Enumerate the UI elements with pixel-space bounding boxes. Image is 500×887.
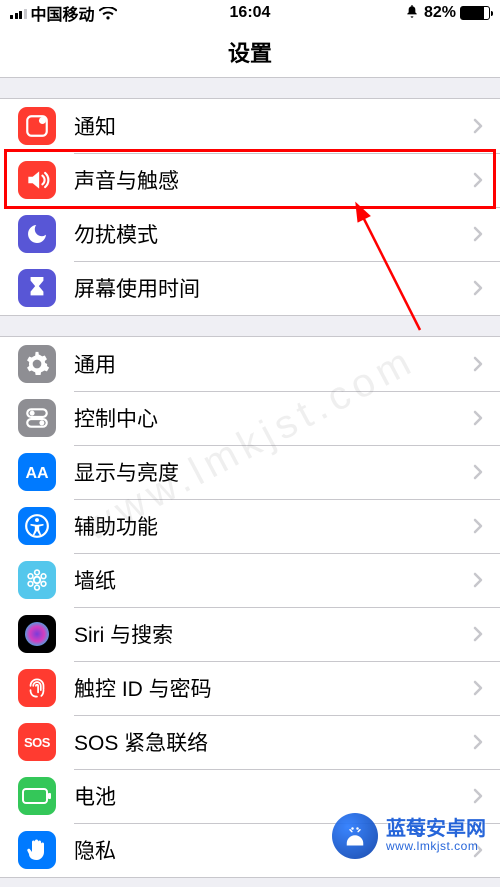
- settings-row-label: Siri 与搜索: [74, 619, 472, 649]
- settings-row-access[interactable]: 辅助功能: [0, 499, 500, 553]
- settings-row-label: 屏幕使用时间: [74, 273, 472, 303]
- chevron-right-icon: [472, 517, 500, 535]
- hourglass-icon: [18, 269, 56, 307]
- switches-icon: [18, 399, 56, 437]
- settings-row-label: 辅助功能: [74, 511, 472, 541]
- battery-icon: [18, 777, 56, 815]
- settings-row-siri[interactable]: Siri 与搜索: [0, 607, 500, 661]
- settings-row-sounds[interactable]: 声音与触感: [0, 153, 500, 207]
- hand-icon: [18, 831, 56, 869]
- svg-text:AA: AA: [25, 465, 49, 482]
- settings-row-sos[interactable]: SOS SOS 紧急联络: [0, 715, 500, 769]
- watermark-badge: 蓝莓安卓网 www.lmkjst.com: [332, 813, 486, 859]
- status-time: 16:04: [150, 4, 350, 22]
- settings-row-label: 电池: [74, 781, 472, 811]
- fingerprint-icon: [18, 669, 56, 707]
- chevron-right-icon: [472, 355, 500, 373]
- settings-group: 通知声音与触感勿扰模式屏幕使用时间: [0, 98, 500, 316]
- chevron-right-icon: [472, 279, 500, 297]
- nav-bar: 设置: [0, 26, 500, 78]
- settings-row-screentime[interactable]: 屏幕使用时间: [0, 261, 500, 315]
- battery-icon: [460, 6, 490, 20]
- settings-row-wallpaper[interactable]: 墙纸: [0, 553, 500, 607]
- settings-row-label: SOS 紧急联络: [74, 727, 472, 757]
- chevron-right-icon: [472, 733, 500, 751]
- siri-icon: [18, 615, 56, 653]
- status-bar: 中国移动 16:04 82%: [0, 0, 500, 26]
- sos-icon: SOS: [18, 723, 56, 761]
- settings-row-label: 显示与亮度: [74, 457, 472, 487]
- settings-row-label: 通用: [74, 349, 472, 379]
- settings-row-touchid[interactable]: 触控 ID 与密码: [0, 661, 500, 715]
- status-left: 中国移动: [10, 1, 150, 25]
- watermark-logo-icon: [332, 813, 378, 859]
- accessibility-icon: [18, 507, 56, 545]
- settings-list: 通知声音与触感勿扰模式屏幕使用时间通用控制中心 AA 显示与亮度辅助功能墙纸 Siri…: [0, 78, 500, 887]
- settings-group: 通用控制中心AA显示与亮度辅助功能墙纸Siri 与搜索触控 ID 与密码SOSS…: [0, 336, 500, 878]
- battery-pct: 82%: [424, 4, 456, 22]
- chevron-right-icon: [472, 171, 500, 189]
- alarm-icon: [404, 3, 420, 24]
- carrier-label: 中国移动: [31, 1, 95, 25]
- settings-row-notifications[interactable]: 通知: [0, 99, 500, 153]
- settings-row-control[interactable]: 控制中心: [0, 391, 500, 445]
- status-right: 82%: [350, 3, 490, 24]
- settings-row-label: 通知: [74, 111, 472, 141]
- chevron-right-icon: [472, 625, 500, 643]
- settings-row-general[interactable]: 通用: [0, 337, 500, 391]
- watermark-text: 蓝莓安卓网 www.lmkjst.com: [386, 818, 486, 853]
- display-icon: AA: [18, 453, 56, 491]
- page-title: 设置: [228, 36, 272, 68]
- watermark-title: 蓝莓安卓网: [386, 818, 486, 840]
- settings-row-dnd[interactable]: 勿扰模式: [0, 207, 500, 261]
- settings-row-label: 触控 ID 与密码: [74, 673, 472, 703]
- signal-icon: [10, 7, 27, 19]
- gear-icon: [18, 345, 56, 383]
- settings-row-display[interactable]: AA 显示与亮度: [0, 445, 500, 499]
- watermark-url: www.lmkjst.com: [386, 840, 486, 853]
- settings-row-label: 墙纸: [74, 565, 472, 595]
- settings-row-label: 控制中心: [74, 403, 472, 433]
- moon-icon: [18, 215, 56, 253]
- wallpaper-icon: [18, 561, 56, 599]
- chevron-right-icon: [472, 409, 500, 427]
- settings-row-label: 勿扰模式: [74, 219, 472, 249]
- wifi-icon: [99, 7, 117, 20]
- chevron-right-icon: [472, 679, 500, 697]
- sounds-icon: [18, 161, 56, 199]
- chevron-right-icon: [472, 787, 500, 805]
- chevron-right-icon: [472, 225, 500, 243]
- settings-row-label: 声音与触感: [74, 165, 472, 195]
- chevron-right-icon: [472, 117, 500, 135]
- chevron-right-icon: [472, 571, 500, 589]
- notifications-icon: [18, 107, 56, 145]
- chevron-right-icon: [472, 463, 500, 481]
